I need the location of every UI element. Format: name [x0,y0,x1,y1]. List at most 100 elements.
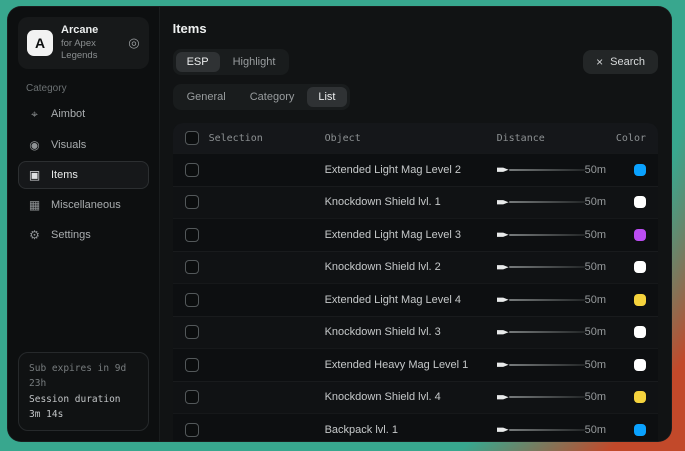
row-checkbox[interactable] [185,358,199,372]
color-swatch[interactable] [634,326,646,338]
sidebar-item-visuals[interactable]: ◉ Visuals [18,131,149,159]
brand-text: Arcane for Apex Legends [61,24,120,62]
slider-track [509,364,585,366]
color-swatch[interactable] [634,164,646,176]
sidebar-item-items[interactable]: ▣ Items [18,161,149,189]
object-name: Extended Light Mag Level 3 [325,229,497,241]
row-checkbox[interactable] [185,325,199,339]
tab-category[interactable]: Category [239,87,306,107]
brand-card: A Arcane for Apex Legends ◎ [18,17,149,69]
color-swatch[interactable] [634,294,646,306]
distance-slider[interactable] [497,427,585,433]
view-tabs: GeneralCategoryList [173,84,350,110]
tab-esp[interactable]: ESP [176,52,220,72]
object-name: Extended Light Mag Level 4 [325,294,497,306]
slider-track [509,201,585,203]
header-selection-cell: Selection [185,131,325,145]
color-swatch[interactable] [634,424,646,436]
distance-slider[interactable] [497,199,585,205]
category-label: Category [26,83,149,94]
row-checkbox[interactable] [185,293,199,307]
object-name: Knockdown Shield lvl. 3 [325,326,497,338]
color-swatch[interactable] [634,391,646,403]
object-name: Backpack lvl. 1 [325,424,497,436]
sidebar-item-label: Visuals [51,139,86,151]
sidebar-item-settings[interactable]: ⚙ Settings [18,221,149,249]
eye-icon: ◉ [27,138,42,152]
color-cell [606,261,646,273]
table-row: Extended Light Mag Level 3 50m [173,218,658,251]
row-selection-cell [185,260,325,274]
tab-highlight[interactable]: Highlight [222,52,287,72]
distance-slider[interactable] [497,394,585,400]
slider-thumb-icon [497,394,509,400]
sidebar-nav: ⌖ Aimbot ◉ Visuals ▣ Items ▦ Miscellaneo… [18,100,149,249]
row-checkbox[interactable] [185,423,199,437]
row-selection-cell [185,228,325,242]
distance-cell: 50m [497,424,606,436]
slider-track [509,331,585,333]
search-button[interactable]: × Search [583,50,658,74]
row-checkbox[interactable] [185,260,199,274]
distance-cell: 50m [497,294,606,306]
distance-cell: 50m [497,391,606,403]
table-row: Extended Light Mag Level 2 50m [173,153,658,186]
distance-slider[interactable] [497,362,585,368]
tab-general[interactable]: General [176,87,237,107]
app-name: Arcane [61,24,120,38]
color-swatch[interactable] [634,359,646,371]
table-body: Extended Light Mag Level 2 50m Knockdown… [173,153,658,441]
slider-thumb-icon [497,199,509,205]
slider-thumb-icon [497,329,509,335]
disc-icon[interactable]: ◎ [128,35,139,51]
color-swatch[interactable] [634,261,646,273]
color-cell [606,164,646,176]
column-header-selection: Selection [209,133,263,144]
box-icon: ▣ [27,168,42,182]
session-card: Sub expires in 9d 23h Session duration 3… [18,352,149,431]
distance-slider[interactable] [497,232,585,238]
table-row: Knockdown Shield lvl. 1 50m [173,186,658,219]
distance-slider[interactable] [497,264,585,270]
color-cell [606,359,646,371]
distance-slider[interactable] [497,167,585,173]
sidebar-item-aimbot[interactable]: ⌖ Aimbot [18,100,149,129]
distance-cell: 50m [497,229,606,241]
sidebar-item-miscellaneous[interactable]: ▦ Miscellaneous [18,191,149,219]
slider-thumb-icon [497,232,509,238]
row-selection-cell [185,423,325,437]
row-checkbox[interactable] [185,390,199,404]
color-swatch[interactable] [634,229,646,241]
tab-list[interactable]: List [307,87,346,107]
table-row: Knockdown Shield lvl. 3 50m [173,316,658,349]
search-button-label: Search [610,56,645,68]
select-all-checkbox[interactable] [185,131,199,145]
distance-slider[interactable] [497,329,585,335]
table-row: Knockdown Shield lvl. 2 50m [173,251,658,284]
distance-slider[interactable] [497,297,585,303]
x-icon: × [596,56,603,68]
sub-expiry-text: Sub expires in 9d 23h [29,361,138,391]
row-checkbox[interactable] [185,163,199,177]
grid-icon: ▦ [27,198,42,212]
slider-track [509,396,585,398]
column-header-distance: Distance [497,133,606,144]
app-subtitle: for Apex Legends [61,38,120,62]
slider-track [509,266,585,268]
row-selection-cell [185,358,325,372]
table-row: Backpack lvl. 1 50m [173,413,658,441]
slider-track [509,429,585,431]
row-checkbox[interactable] [185,195,199,209]
app-window: A Arcane for Apex Legends ◎ Category ⌖ A… [7,6,672,442]
row-checkbox[interactable] [185,228,199,242]
distance-value: 50m [585,196,606,208]
app-logo: A [27,30,53,56]
toolbar-row: ESPHighlight × Search [173,49,658,75]
distance-value: 50m [585,391,606,403]
distance-cell: 50m [497,359,606,371]
slider-thumb-icon [497,167,509,173]
color-swatch[interactable] [634,196,646,208]
sidebar-item-label: Items [51,169,78,181]
mode-tabs: ESPHighlight [173,49,290,75]
table-header: Selection Object Distance Color [173,123,658,153]
